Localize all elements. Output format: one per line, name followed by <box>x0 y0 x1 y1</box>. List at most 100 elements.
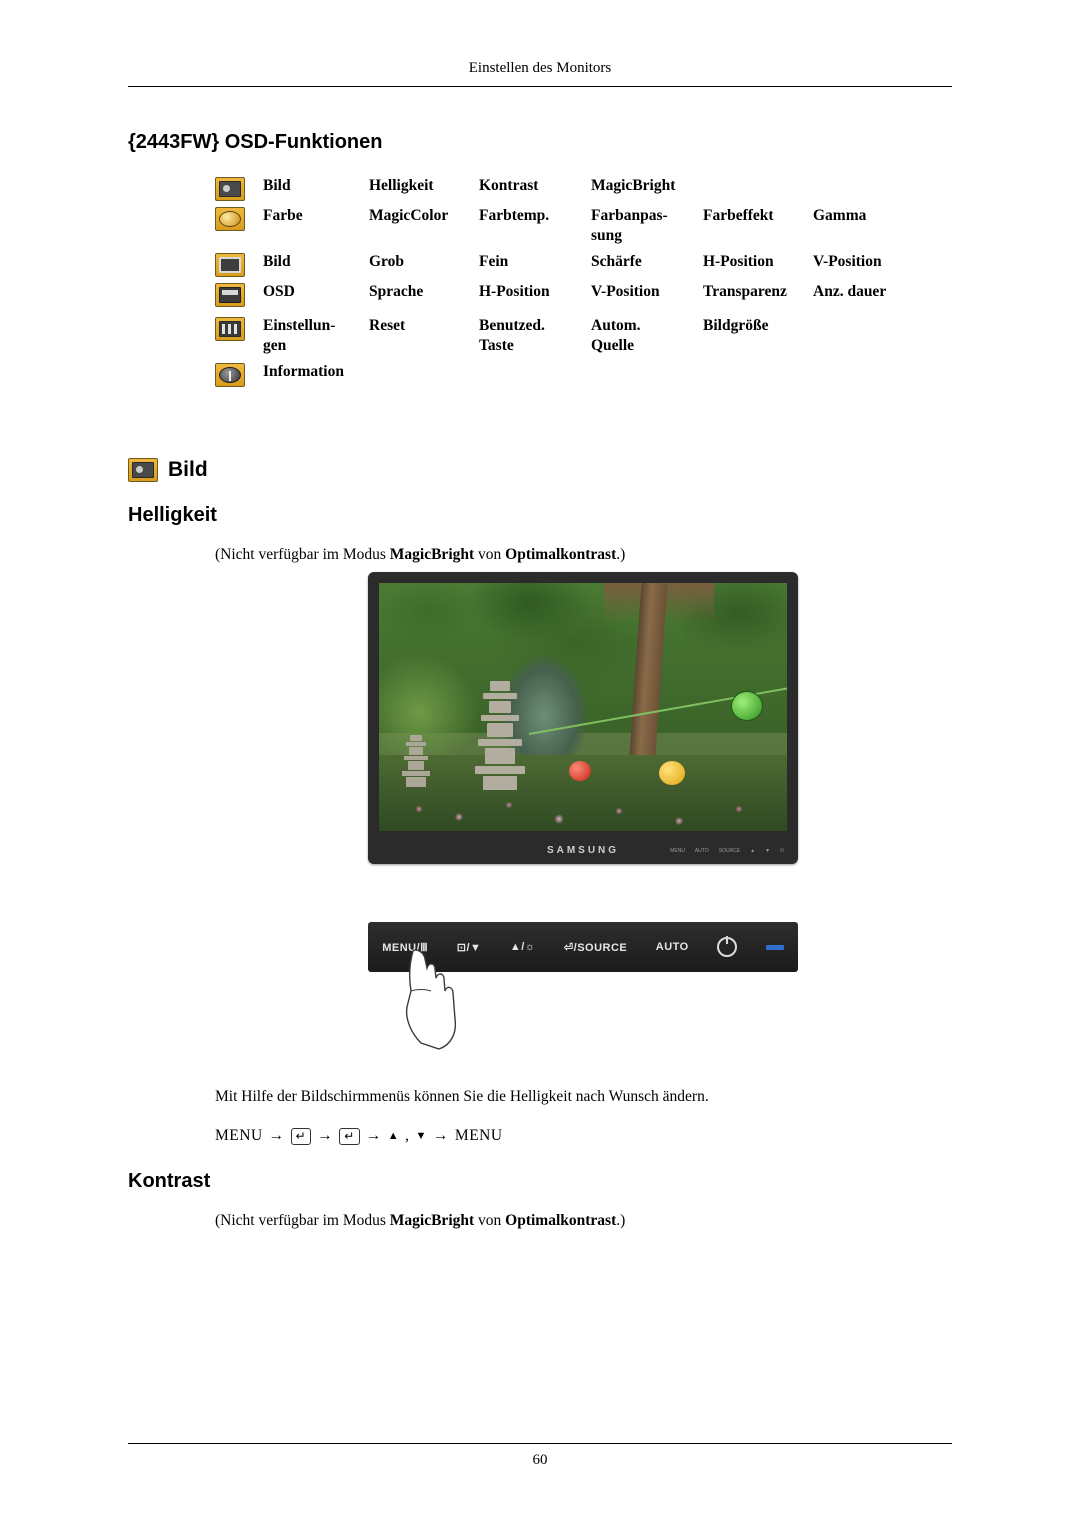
note-prefix: (Nicht verfügbar im Modus <box>215 546 390 563</box>
osd-cell: V-Position <box>813 253 882 270</box>
note-bold-magicbright: MagicBright <box>389 546 475 563</box>
page-title: {2443FW} OSD-Funktionen <box>128 131 383 153</box>
header-divider <box>128 86 952 87</box>
osd-cell: Farbeffekt <box>703 207 774 224</box>
osd-cell: Reset <box>369 317 406 334</box>
power-icon <box>717 936 738 957</box>
row-icon-cell <box>215 252 263 282</box>
hand-illustration <box>405 949 457 1050</box>
note-mid: von <box>474 1212 506 1229</box>
enter-key-icon: ↵ <box>290 1127 312 1145</box>
panel-button-auto: AUTO <box>655 941 689 953</box>
osd-cell: Grob <box>369 253 405 270</box>
menu-end-label: MENU <box>454 1127 503 1144</box>
kontrast-note: (Nicht verfügbar im Modus MagicBright vo… <box>215 1212 625 1230</box>
osd-cell: MagicColor <box>369 207 449 224</box>
menu-navigation-sequence: MENU → ↵ → ↵ → ▲ , ▼ → MENU <box>215 1127 503 1145</box>
bezel-key: ▼ <box>765 848 771 854</box>
heading-kontrast: Kontrast <box>128 1170 211 1192</box>
osd-cell: Helligkeit <box>369 177 434 194</box>
picture-adjust-icon <box>215 253 245 277</box>
bezel-key: SOURCE <box>718 848 741 854</box>
note-mid: von <box>474 546 506 563</box>
helligkeit-note: (Nicht verfügbar im Modus MagicBright vo… <box>215 546 625 564</box>
osd-cell: Sprache <box>369 283 424 300</box>
row-icon-cell <box>215 206 263 236</box>
osd-cell: Bild <box>263 253 291 270</box>
monitor-photo: SAMSUNG MENU AUTO SOURCE ▲ ▼ ⏻ <box>368 572 798 864</box>
power-led <box>765 944 784 950</box>
red-lantern <box>569 761 591 781</box>
note-bold-magicbright: MagicBright <box>389 1212 475 1229</box>
setup-icon <box>215 317 245 341</box>
heading-helligkeit: Helligkeit <box>128 504 217 526</box>
section-bild: Bild <box>128 458 208 482</box>
table-row: OSD Sprache H-Position V-Position Transp… <box>215 282 935 312</box>
body-paragraph: Mit Hilfe der Bildschirmmenüs können Sie… <box>215 1088 709 1105</box>
arrow-icon: → <box>365 1127 382 1144</box>
picture-icon <box>215 177 245 201</box>
row-icon-cell <box>215 282 263 312</box>
table-row: Einstellun- gen Reset Benutzed. Taste Au… <box>215 316 935 356</box>
picture-icon <box>128 458 158 482</box>
osd-cell: Bild <box>263 177 291 194</box>
osd-cell: Benutzed. Taste <box>479 317 545 354</box>
osd-cell: Farbanpas- sung <box>591 207 668 244</box>
running-header: Einstellen des Monitors <box>468 60 612 76</box>
osd-cell: Schärfe <box>591 253 642 270</box>
enter-key-icon: ↵ <box>339 1127 360 1145</box>
information-icon <box>215 363 245 387</box>
arrow-icon: → <box>268 1127 285 1144</box>
note-bold-optimalkontrast: Optimalkontrast <box>505 546 617 563</box>
arrow-icon: → <box>317 1127 334 1144</box>
note-suffix: .) <box>616 1212 626 1229</box>
row-icon-cell <box>215 176 263 206</box>
osd-cell: MagicBright <box>591 177 676 194</box>
monitor-bezel: SAMSUNG MENU AUTO SOURCE ▲ ▼ ⏻ <box>368 831 798 864</box>
monitor-brand-label: SAMSUNG <box>546 845 620 856</box>
osd-cell: OSD <box>263 283 295 300</box>
yellow-lantern <box>659 761 685 785</box>
bezel-key: MENU <box>670 848 685 854</box>
bezel-key: ⏻ <box>780 848 784 854</box>
table-row: Bild Grob Fein Schärfe H-Position V-Posi… <box>215 252 935 282</box>
osd-cell: Transparenz <box>703 283 787 300</box>
down-arrow-icon: ▼ <box>415 1130 427 1142</box>
osd-cell: H-Position <box>479 283 550 300</box>
osd-cell: Bildgröße <box>703 317 769 334</box>
osd-cell: Fein <box>479 253 509 270</box>
panel-button-up: ▲/☼ <box>509 941 536 953</box>
table-row: Bild Helligkeit Kontrast MagicBright <box>215 176 935 206</box>
osd-cell: Autom. Quelle <box>591 317 641 354</box>
note-suffix: .) <box>616 546 626 563</box>
osd-cell: Information <box>263 363 344 380</box>
osd-cell: Einstellun- gen <box>263 317 336 354</box>
stone-pagoda <box>474 681 526 791</box>
table-row: Information <box>215 362 935 392</box>
osd-function-table: Bild Helligkeit Kontrast MagicBright Far… <box>215 176 935 392</box>
section-bild-label: Bild <box>168 458 208 481</box>
small-stone-pagoda <box>401 735 431 795</box>
osd-cell: Gamma <box>813 207 867 224</box>
comma-separator: , <box>405 1127 410 1144</box>
arrow-icon: → <box>432 1127 449 1144</box>
bezel-key: AUTO <box>694 848 709 854</box>
green-lantern <box>731 691 763 721</box>
note-prefix: (Nicht verfügbar im Modus <box>215 1212 390 1229</box>
osd-icon <box>215 283 245 307</box>
table-row: Farbe MagicColor Farbtemp. Farbanpas- su… <box>215 206 935 246</box>
note-bold-optimalkontrast: Optimalkontrast <box>505 1212 617 1229</box>
bezel-key: ▲ <box>750 848 756 854</box>
osd-cell: Kontrast <box>479 177 539 194</box>
page-number: 60 <box>532 1452 548 1468</box>
menu-start-label: MENU <box>215 1127 263 1144</box>
document-page: Einstellen des Monitors {2443FW} OSD-Fun… <box>0 0 1080 1527</box>
osd-cell: V-Position <box>591 283 660 300</box>
row-icon-cell <box>215 362 263 392</box>
monitor-bezel-keys: MENU AUTO SOURCE ▲ ▼ ⏻ <box>670 848 784 854</box>
osd-cell: Farbtemp. <box>479 207 550 224</box>
color-icon <box>215 207 245 231</box>
row-icon-cell <box>215 316 263 346</box>
osd-cell: Farbe <box>263 207 303 224</box>
monitor-screen-image <box>379 583 787 831</box>
